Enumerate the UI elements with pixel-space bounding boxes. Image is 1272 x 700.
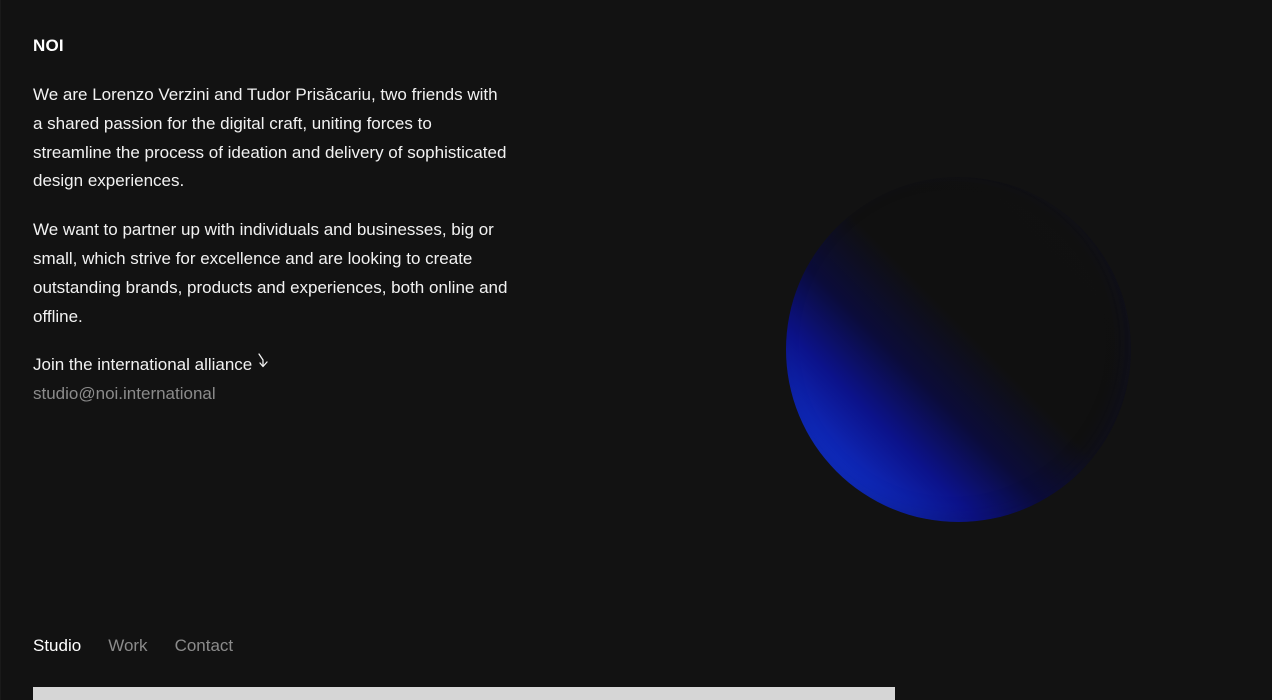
nav-item-contact[interactable]: Contact	[175, 632, 234, 660]
logo[interactable]: NOI	[33, 36, 64, 56]
main-nav: Studio Work Contact	[33, 632, 233, 660]
contact-cta: Join the international alliance studio@n…	[33, 351, 270, 409]
intro-paragraph-2: We want to partner up with individuals a…	[33, 220, 508, 326]
join-alliance-text: Join the international alliance	[33, 355, 253, 374]
nav-item-studio[interactable]: Studio	[33, 632, 81, 660]
intro-paragraph-1: We are Lorenzo Verzini and Tudor Prisăca…	[33, 85, 507, 191]
content-preview-bar	[33, 687, 895, 700]
page: NOI We are Lorenzo Verzini and Tudor Pri…	[0, 0, 1272, 700]
join-alliance-label: Join the international alliance	[33, 351, 270, 380]
arrow-down-right-icon	[257, 351, 270, 380]
nav-item-work[interactable]: Work	[108, 632, 147, 660]
email-link[interactable]: studio@noi.international	[33, 380, 270, 409]
intro-text: We are Lorenzo Verzini and Tudor Prisăca…	[33, 81, 508, 351]
gradient-orb	[786, 177, 1131, 522]
